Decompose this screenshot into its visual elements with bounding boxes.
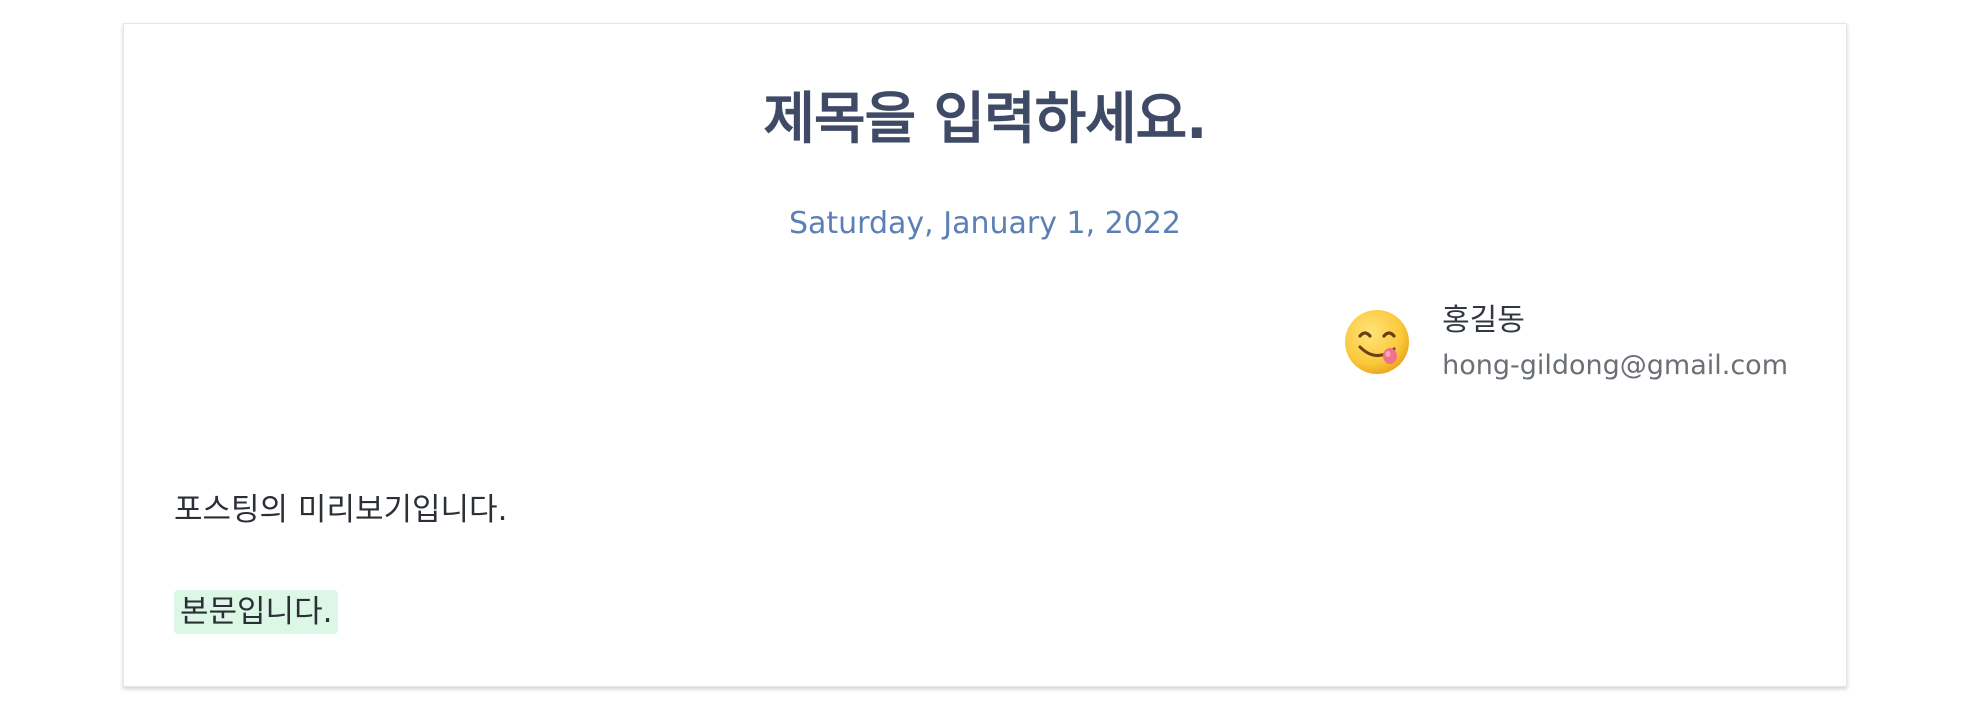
post-date: Saturday, January 1, 2022: [788, 206, 1182, 241]
post-title: 제목을 입력하세요.: [763, 87, 1208, 152]
author-name: 홍길동: [1442, 303, 1525, 338]
post-preview: 포스팅의 미리보기입니다.: [174, 492, 508, 528]
post-body: 본문입니다.: [174, 590, 339, 635]
post-card: 제목을 입력하세요. Saturday, January 1, 2022 홍길동…: [123, 23, 1847, 687]
savoring-face-emoji-icon: [1344, 309, 1410, 375]
author-email: hong-gildong@gmail.com: [1442, 350, 1788, 381]
author-block: 홍길동 hong-gildong@gmail.com: [1344, 301, 1788, 383]
author-info: 홍길동 hong-gildong@gmail.com: [1442, 301, 1788, 383]
avatar: [1344, 309, 1410, 375]
